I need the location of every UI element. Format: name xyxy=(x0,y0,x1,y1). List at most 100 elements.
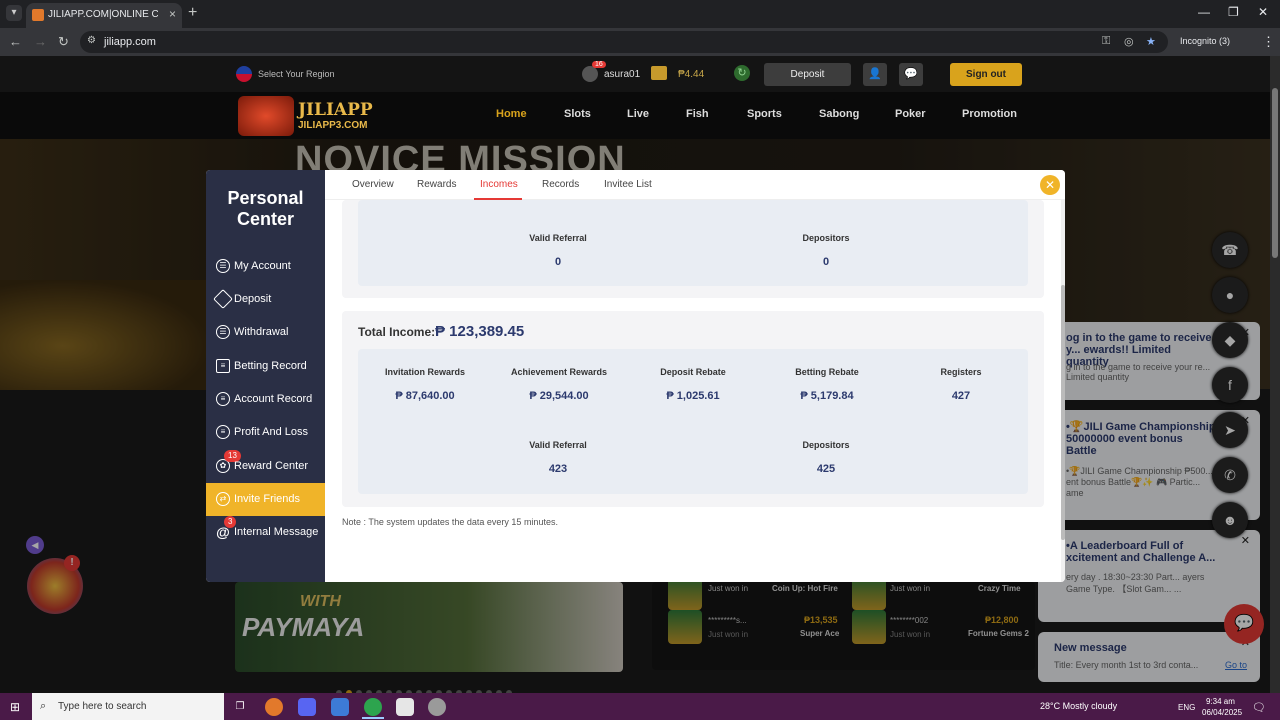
depositors-value: 0 xyxy=(822,256,830,268)
sidebar-item-reward-center[interactable]: ✿ 13 Reward Center xyxy=(206,450,325,483)
brave-browser-icon[interactable] xyxy=(265,698,283,716)
logo-badge-icon xyxy=(238,96,294,136)
sidebar-item-invite-friends[interactable]: ⇄ Invite Friends xyxy=(206,483,325,516)
nav-slots[interactable]: Slots xyxy=(564,108,591,120)
new-tab-button[interactable]: + xyxy=(188,4,197,22)
window-close-button[interactable]: ✕ xyxy=(1258,5,1268,19)
message-button[interactable]: 💬 xyxy=(899,63,923,86)
user-avatar[interactable] xyxy=(582,66,598,82)
incognito-indicator[interactable]: Incognito (3) xyxy=(1180,36,1230,46)
main-navigation: JILIAPP JILIAPP3.COM Home Slots Live Fis… xyxy=(0,92,1270,139)
registers-label: Registers xyxy=(940,367,982,377)
sidebar-item-label: Internal Message xyxy=(234,526,319,538)
chrome-icon[interactable] xyxy=(364,698,382,716)
personal-center-modal: Personal Center ☰ My Account Deposit ☰ W… xyxy=(206,170,1065,582)
eye-off-icon[interactable]: ◎ xyxy=(1124,35,1134,48)
nav-sabong[interactable]: Sabong xyxy=(819,108,859,120)
valid-referral-label: Valid Referral xyxy=(529,440,587,450)
sidebar-item-account-record[interactable]: ≡ Account Record xyxy=(206,383,325,416)
site-top-bar: Select Your Region 16 asura01 ₱4.44 ↻ De… xyxy=(0,56,1270,92)
profile-button[interactable]: 👤 xyxy=(863,63,887,86)
wallet-icon xyxy=(651,66,667,80)
clock-date[interactable]: 06/04/2025 xyxy=(1202,708,1242,717)
discord-icon[interactable] xyxy=(298,698,316,716)
nav-fish[interactable]: Fish xyxy=(686,108,709,120)
task-view-icon[interactable]: ❐ xyxy=(231,698,249,716)
sign-out-button[interactable]: Sign out xyxy=(950,63,1022,86)
weather-widget[interactable]: 28°C Mostly cloudy xyxy=(1040,701,1117,711)
sidebar-item-label: Reward Center xyxy=(234,460,308,472)
taskbar-search-input[interactable]: ⌕ Type here to search xyxy=(32,693,224,720)
tab-title: JILIAPP.COM|ONLINE CASINO| xyxy=(48,9,158,20)
philippines-flag-icon[interactable] xyxy=(236,66,252,82)
windows-start-icon[interactable]: ⊞ xyxy=(10,700,20,714)
notes-app-icon[interactable] xyxy=(331,698,349,716)
total-income-card: Total Income: ₱ 123,389.45 Invitation Re… xyxy=(342,311,1044,507)
search-placeholder: Type here to search xyxy=(58,701,147,712)
deposit-rebate-label: Deposit Rebate xyxy=(660,367,726,377)
tab-search-button[interactable]: ▾ xyxy=(6,5,22,21)
logo-text: JILIAPP xyxy=(298,100,373,120)
sidebar-item-label: My Account xyxy=(234,260,291,272)
account-record-icon: ≡ xyxy=(216,392,230,406)
site-info-icon[interactable]: ⚙ xyxy=(87,35,96,46)
tab-close-icon[interactable]: × xyxy=(169,7,176,21)
browser-tab[interactable]: JILIAPP.COM|ONLINE CASINO| × xyxy=(26,3,182,28)
sidebar-item-my-account[interactable]: ☰ My Account xyxy=(206,250,325,283)
tab-overview[interactable]: Overview xyxy=(352,179,394,190)
invite-icon: ⇄ xyxy=(216,492,230,506)
nav-poker[interactable]: Poker xyxy=(895,108,926,120)
sidebar-item-internal-message[interactable]: @ 3 Internal Message xyxy=(206,516,325,549)
sidebar-item-profit-and-loss[interactable]: ≡ Profit And Loss xyxy=(206,416,325,449)
invitation-rewards-value: ₱ 87,640.00 xyxy=(395,390,455,402)
sidebar-item-label: Betting Record xyxy=(234,360,307,372)
nav-promotion[interactable]: Promotion xyxy=(962,108,1017,120)
tab-invitee-list[interactable]: Invitee List xyxy=(604,179,652,190)
sidebar-item-label: Invite Friends xyxy=(234,493,301,505)
notification-center-icon[interactable]: 🗨 xyxy=(1252,701,1266,714)
tab-rewards[interactable]: Rewards xyxy=(417,179,456,190)
personal-center-title: Personal Center xyxy=(227,188,304,229)
sidebar-item-deposit[interactable]: Deposit xyxy=(206,283,325,316)
forward-icon[interactable]: → xyxy=(34,34,47,49)
back-icon[interactable]: ← xyxy=(9,34,22,49)
minimize-button[interactable]: — xyxy=(1198,5,1210,19)
modal-scrollbar-thumb[interactable] xyxy=(1061,285,1065,540)
username: asura01 xyxy=(604,69,641,80)
sidebar-item-withdrawal[interactable]: ☰ Withdrawal xyxy=(206,316,325,349)
nav-live[interactable]: Live xyxy=(627,108,649,120)
deposit-button[interactable]: Deposit xyxy=(764,63,851,86)
jiliapp-logo[interactable]: JILIAPP JILIAPP3.COM xyxy=(238,96,388,136)
region-selector[interactable]: Select Your Region xyxy=(258,69,335,79)
reload-icon[interactable]: ↻ xyxy=(58,34,69,50)
page-scrollbar-thumb[interactable] xyxy=(1272,88,1278,258)
notification-badge: 16 xyxy=(592,61,606,68)
sidebar-item-betting-record[interactable]: ≡ Betting Record xyxy=(206,350,325,383)
tab-incomes[interactable]: Incomes xyxy=(480,179,518,190)
close-modal-button[interactable]: ✕ xyxy=(1040,175,1060,195)
personal-center-sidebar: Personal Center ☰ My Account Deposit ☰ W… xyxy=(206,170,325,582)
clock-time[interactable]: 9:34 am xyxy=(1206,697,1235,706)
sidebar-item-label: Deposit xyxy=(234,293,272,305)
user-icon: ☰ xyxy=(216,259,230,273)
language-indicator[interactable]: ENG xyxy=(1178,703,1195,712)
incomes-content: Valid Referral 0 Depositors 0 Total Inco… xyxy=(325,200,1065,582)
password-key-icon[interactable]: ⚿ xyxy=(1102,35,1110,48)
registers-value: 427 xyxy=(951,390,971,402)
withdrawal-icon: ☰ xyxy=(216,325,230,339)
summary-stats: Valid Referral 0 Depositors 0 xyxy=(358,200,1028,286)
maximize-button[interactable]: ❐ xyxy=(1228,5,1239,19)
bookmark-star-icon[interactable]: ★ xyxy=(1146,35,1156,48)
nav-sports[interactable]: Sports xyxy=(747,108,782,120)
game-app-icon[interactable] xyxy=(428,698,446,716)
tab-records[interactable]: Records xyxy=(542,179,579,190)
achievement-rewards-value: ₱ 29,544.00 xyxy=(529,390,589,402)
depositors-value: 425 xyxy=(816,463,836,475)
total-income-label: Total Income: xyxy=(358,325,436,339)
url-input[interactable]: ⚙ jiliapp.com ⚿ ◎ ★ xyxy=(80,31,1168,53)
browser-menu-icon[interactable]: ⋮ xyxy=(1262,34,1275,50)
profit-icon: ≡ xyxy=(216,425,230,439)
window-app-icon[interactable] xyxy=(396,698,414,716)
nav-home[interactable]: Home xyxy=(496,108,527,120)
refresh-balance-icon[interactable]: ↻ xyxy=(734,65,750,81)
